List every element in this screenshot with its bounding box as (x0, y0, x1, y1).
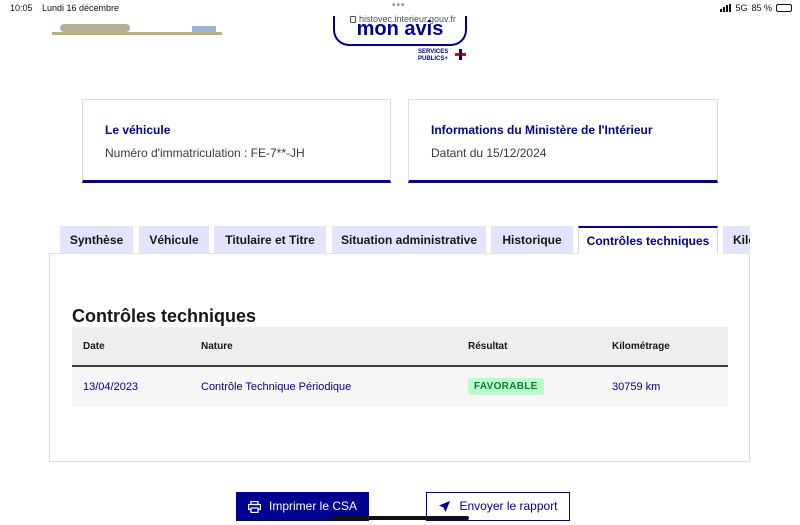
tab-bar: Synthèse Véhicule Titulaire et Titre Sit… (60, 226, 750, 254)
services-publics-line1: SERVICES (418, 49, 449, 55)
send-report-label: Envoyer le rapport (459, 499, 558, 513)
inspections-table: Date Nature Résultat Kilométrage 13/04/2… (72, 327, 728, 407)
tab-titulaire-titre[interactable]: Titulaire et Titre (214, 226, 326, 254)
signal-icon (720, 4, 732, 12)
column-header-date: Date (83, 341, 105, 352)
tab-historique[interactable]: Historique (491, 226, 573, 254)
table-row: 13/04/2023 Contrôle Technique Périodique… (72, 367, 728, 407)
column-header-nature: Nature (201, 341, 233, 352)
ministry-card: Informations du Ministère de l'Intérieur… (408, 99, 718, 183)
services-publics-logo: SERVICES PUBLICS+ (418, 49, 448, 63)
row-nature: Contrôle Technique Périodique (201, 381, 352, 393)
column-header-result: Résultat (468, 341, 508, 352)
tab-controles-techniques[interactable]: Contrôles techniques (578, 226, 718, 254)
tab-vehicule[interactable]: Véhicule (139, 226, 209, 254)
vehicle-card-title: Le véhicule (105, 123, 171, 137)
status-indicators: 5G 85 % (720, 3, 792, 13)
section-title: Contrôles techniques (72, 306, 257, 326)
logo-mark (60, 24, 130, 32)
site-logo[interactable] (52, 22, 222, 36)
tab-synthese[interactable]: Synthèse (60, 226, 133, 254)
row-date: 13/04/2023 (83, 381, 139, 393)
row-mileage: 30759 km (612, 381, 661, 393)
mon-avis-badge[interactable]: mon avis (333, 16, 467, 46)
vehicle-card: Le véhicule Numéro d'immatriculation : F… (82, 99, 391, 183)
result-badge: FAVORABLE (468, 378, 544, 395)
send-icon (439, 501, 451, 512)
registration-number: Numéro d'immatriculation : FE-7**-JH (105, 146, 305, 160)
table-header: Date Nature Résultat Kilométrage (72, 327, 728, 367)
tab-situation-administrative[interactable]: Situation administrative (332, 226, 486, 254)
ministry-card-title: Informations du Ministère de l'Intérieur (431, 123, 653, 137)
column-header-mileage: Kilométrage (612, 341, 670, 352)
battery-icon (776, 4, 792, 12)
logo-underline (52, 32, 222, 35)
multitasking-dots-icon[interactable]: ••• (392, 0, 406, 11)
home-indicator[interactable] (331, 516, 469, 520)
tab-kilometrage[interactable]: Kilo (723, 226, 750, 254)
status-time: 10:05 (10, 3, 33, 13)
services-publics-line2: PUBLICS+ (418, 56, 448, 62)
printer-icon (247, 500, 261, 513)
ministry-date: Datant du 15/12/2024 (431, 146, 547, 160)
battery-percent: 85 % (751, 3, 772, 13)
status-date: Lundi 16 décembre (42, 3, 120, 13)
status-bar: 10:05 Lundi 16 décembre ••• histovec.int… (0, 0, 800, 24)
network-label: 5G (735, 3, 748, 13)
plus-icon (455, 49, 466, 60)
